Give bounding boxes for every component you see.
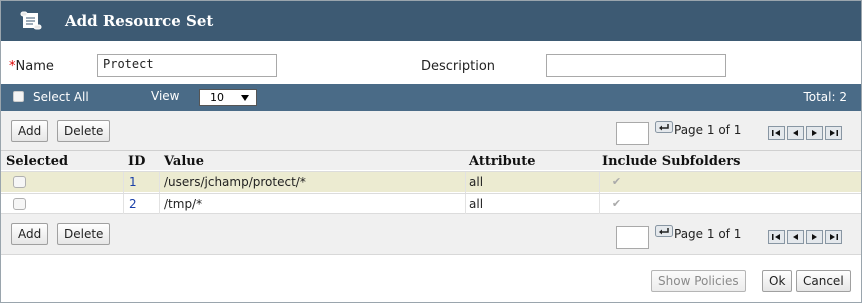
column-divider [599, 194, 600, 215]
row-id[interactable]: 1 [129, 175, 137, 189]
include-subfolders-checkmark-icon: ✔ [611, 175, 622, 188]
row-select-checkbox[interactable] [13, 176, 26, 188]
column-header-id[interactable]: ID [128, 154, 145, 169]
show-policies-button[interactable]: Show Policies [651, 270, 746, 292]
column-header-value[interactable]: Value [164, 154, 204, 169]
name-label-text: Name [15, 59, 54, 74]
go-to-page-icon[interactable] [655, 121, 673, 133]
first-page-icon[interactable] [768, 126, 785, 140]
include-subfolders-checkmark-icon: ✔ [611, 197, 622, 210]
view-label: View [151, 89, 180, 103]
view-page-size-select[interactable]: 10 [199, 89, 257, 106]
row-value: /users/jchamp/protect/* [164, 175, 306, 189]
bottom-action-area: Add Delete Page 1 of 1 [1, 214, 861, 254]
row-value: /tmp/* [164, 197, 203, 211]
page-number-input[interactable] [616, 122, 649, 145]
row-attribute: all [469, 197, 484, 211]
last-page-icon[interactable] [825, 126, 842, 140]
chevron-down-icon [241, 95, 249, 101]
page-indicator: Page 1 of 1 [674, 227, 742, 241]
next-page-icon[interactable] [806, 230, 823, 244]
add-button[interactable]: Add [11, 120, 49, 142]
column-header-selected[interactable]: Selected [6, 154, 68, 169]
column-divider [599, 172, 600, 193]
previous-page-icon[interactable] [787, 126, 804, 140]
row-attribute: all [469, 175, 484, 189]
column-divider [159, 172, 160, 193]
first-page-icon[interactable] [768, 230, 785, 244]
table-row[interactable]: 2 /tmp/* all ✔ [1, 193, 861, 215]
dialog-title-bar: Add Resource Set [1, 1, 861, 41]
select-all-label: Select All [33, 90, 89, 104]
row-id[interactable]: 2 [129, 197, 137, 211]
total-count: Total: 2 [803, 90, 847, 104]
column-divider [465, 194, 466, 215]
column-header-include-subfolders[interactable]: Include Subfolders [602, 154, 740, 169]
delete-button[interactable]: Delete [57, 120, 111, 142]
row-select-checkbox[interactable] [13, 198, 26, 210]
grid-toolbar: Select All View 10 Total: 2 [1, 84, 861, 111]
table-row[interactable]: 1 /users/jchamp/protect/* all ✔ [1, 171, 861, 193]
add-button[interactable]: Add [11, 223, 49, 245]
page-indicator: Page 1 of 1 [674, 123, 742, 137]
name-input[interactable]: Protect [97, 54, 277, 77]
column-header-attribute[interactable]: Attribute [469, 154, 535, 169]
add-resource-set-dialog: Add Resource Set *Name Protect Descripti… [0, 0, 862, 303]
next-page-icon[interactable] [806, 126, 823, 140]
dialog-footer: Show Policies Ok Cancel [1, 254, 861, 302]
go-to-page-icon[interactable] [655, 225, 673, 237]
column-divider [159, 194, 160, 215]
grid-header: Selected ID Value Attribute Include Subf… [1, 150, 861, 170]
last-page-icon[interactable] [825, 230, 842, 244]
name-description-row: *Name Protect Description [1, 41, 861, 84]
description-label: Description [421, 59, 496, 74]
ok-button[interactable]: Ok [762, 270, 793, 292]
top-action-area: Add Delete Page 1 of 1 [1, 111, 861, 150]
description-input[interactable] [546, 54, 726, 77]
cancel-button[interactable]: Cancel [796, 270, 851, 292]
column-divider [123, 172, 124, 193]
previous-page-icon[interactable] [787, 230, 804, 244]
name-label: *Name [9, 59, 54, 74]
select-all-checkbox[interactable] [13, 91, 24, 102]
delete-button[interactable]: Delete [57, 223, 111, 245]
column-divider [465, 172, 466, 193]
view-page-size-value: 10 [210, 91, 224, 104]
dialog-title: Add Resource Set [65, 12, 214, 30]
scroll-icon [20, 11, 42, 30]
column-divider [123, 194, 124, 215]
page-number-input[interactable] [616, 226, 649, 249]
